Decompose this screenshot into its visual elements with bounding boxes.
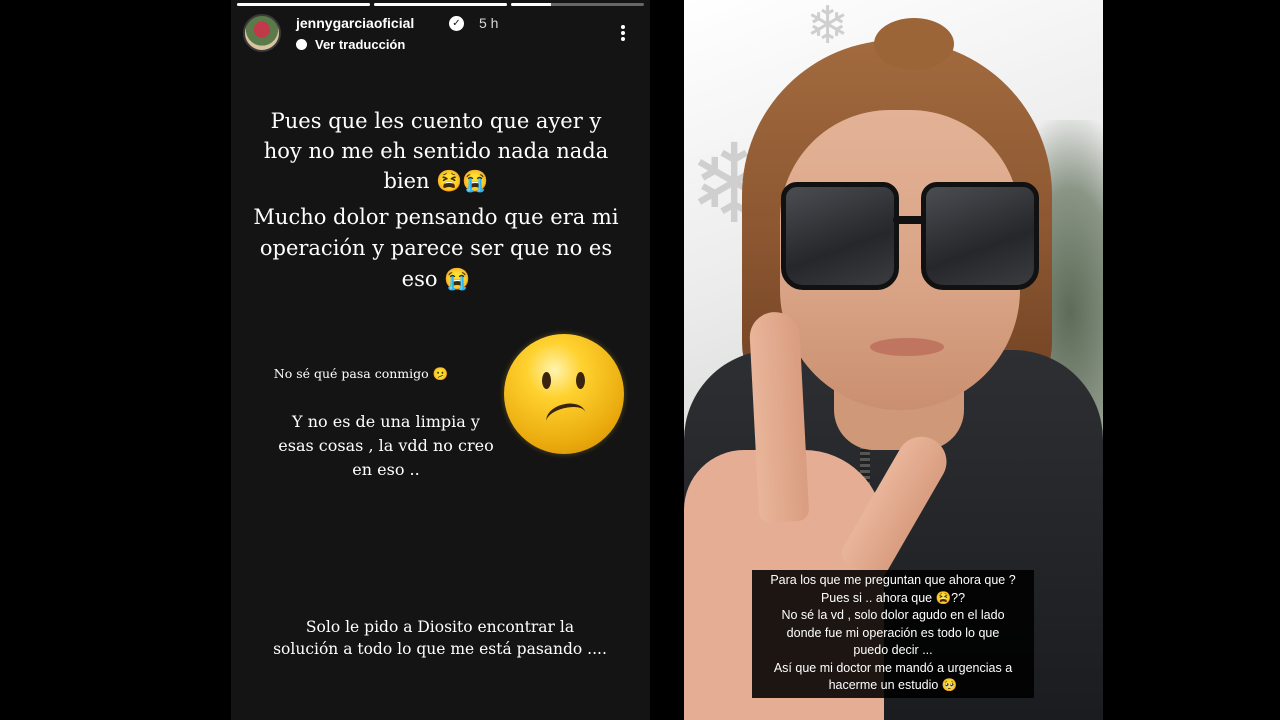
progress-segment bbox=[237, 3, 370, 6]
story-caption: Para los que me preguntan que ahora que … bbox=[752, 570, 1034, 698]
story-panel-left[interactable]: jennygarciaoficial ✓ 5 h Ver traducción … bbox=[231, 0, 650, 720]
confused-face-emoji bbox=[504, 334, 624, 454]
person-hair-bun bbox=[874, 18, 954, 70]
more-options-icon[interactable] bbox=[618, 24, 628, 44]
translate-icon bbox=[296, 39, 307, 50]
caption-line: No sé la vd , solo dolor agudo en el lad… bbox=[781, 608, 1005, 622]
username[interactable]: jennygarciaoficial bbox=[296, 15, 414, 31]
story-text-small: No sé qué pasa conmigo 🫤 bbox=[273, 366, 449, 381]
story-text-4: Solo le pido a Diosito encontrar la solu… bbox=[273, 618, 607, 658]
story-text-2: Mucho dolor pensando que era mi operació… bbox=[253, 205, 619, 291]
story-text-3: Y no es de una limpia y esas cosas , la … bbox=[278, 412, 494, 479]
caption-line: hacerme un estudio 🥺 bbox=[828, 678, 958, 692]
caption-line: Para los que me preguntan que ahora que … bbox=[770, 573, 1016, 587]
post-time: 5 h bbox=[479, 15, 499, 31]
person-lips bbox=[870, 338, 944, 356]
progress-segment bbox=[374, 3, 507, 6]
sunglasses bbox=[781, 182, 1039, 296]
progress-segment bbox=[511, 3, 644, 6]
translate-link[interactable]: Ver traducción bbox=[296, 37, 405, 52]
translate-label: Ver traducción bbox=[315, 37, 406, 52]
verified-badge-icon: ✓ bbox=[449, 16, 464, 31]
snowflake-icon: ❄ bbox=[806, 0, 850, 56]
caption-line: Así que mi doctor me mandó a urgencias a bbox=[773, 660, 1013, 675]
caption-line: donde fue mi operación es todo lo que bbox=[786, 625, 1000, 640]
story-header: jennygarciaoficial ✓ 5 h Ver traducción bbox=[243, 14, 636, 54]
caption-line: Pues si .. ahora que 😫?? bbox=[820, 590, 966, 605]
story-progress-bar bbox=[237, 3, 644, 6]
story-text-1: Pues que les cuento que ayer y hoy no me… bbox=[263, 109, 609, 193]
avatar[interactable] bbox=[243, 14, 281, 52]
caption-line: puedo decir ... bbox=[853, 643, 933, 657]
